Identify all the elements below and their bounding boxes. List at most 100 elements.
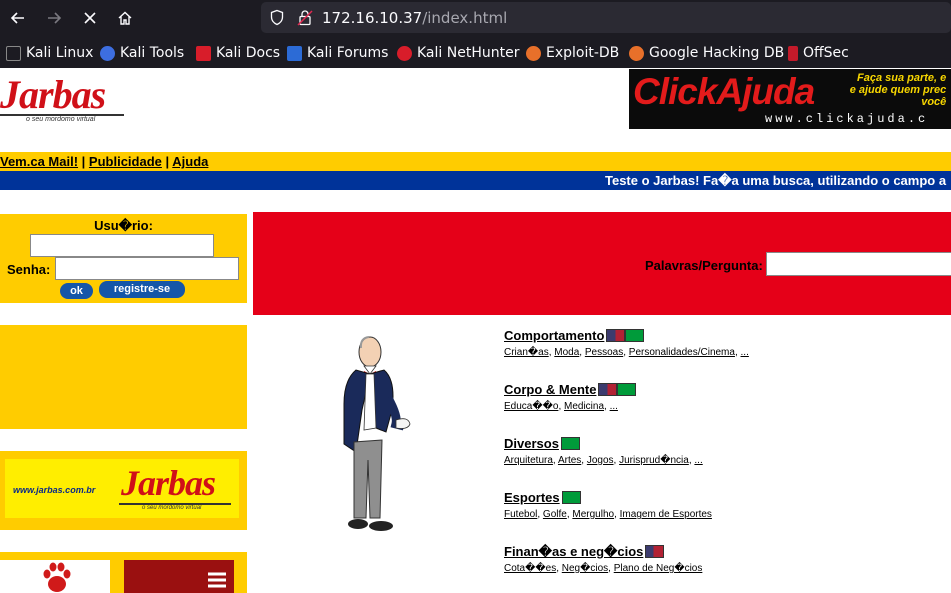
subcategory-link[interactable]: Personalidades/Cinema	[629, 347, 735, 358]
bookmark-google-hacking-db[interactable]: Google Hacking DB	[629, 44, 784, 62]
subcategory-links: Futebol, Golfe, Mergulho, Imagem de Espo…	[504, 509, 712, 520]
brazil-flag-icon	[625, 329, 645, 343]
more-link[interactable]: ...	[610, 401, 618, 412]
bookmark-kali-forums[interactable]: Kali Forums	[287, 44, 388, 62]
browser-chrome: 172.16.10.37/index.html Kali Linux Kali …	[0, 0, 951, 68]
subcategory-link[interactable]: Medicina	[564, 401, 604, 412]
mail-link[interactable]: Vem.ca Mail!	[0, 154, 78, 169]
kali-dragon-icon	[6, 45, 21, 61]
category-title-link[interactable]: Esportes	[504, 490, 560, 505]
bookmark-offsec[interactable]: OffSec	[788, 44, 849, 62]
category-title-link[interactable]: Comportamento	[504, 328, 604, 343]
category-list: Comportamento Crian�as, Moda, Pessoas, P…	[504, 327, 944, 593]
bookmark-kali-tools[interactable]: Kali Tools	[100, 44, 184, 62]
subcategory-link[interactable]: Jogos	[587, 455, 614, 466]
stop-icon[interactable]	[77, 5, 103, 31]
subcategory-link[interactable]: Neg�cios	[562, 563, 608, 574]
jarbas-banner-url: www.jarbas.com.br	[13, 485, 96, 495]
subcategory-link[interactable]: Educa��o	[504, 401, 558, 412]
red-tile[interactable]	[124, 560, 234, 593]
category-title-link[interactable]: Finan�as e neg�cios	[504, 544, 643, 559]
category-item: Corpo & Mente Educa��o, Medicina, ...	[504, 381, 944, 435]
butler-illustration	[343, 336, 411, 531]
subcategory-link[interactable]: Golfe	[543, 509, 567, 520]
subcategory-link[interactable]: Artes	[558, 455, 581, 466]
url-path: /index.html	[422, 9, 508, 27]
ghdb-icon	[629, 45, 644, 61]
home-icon[interactable]	[112, 5, 138, 31]
jarbas-banner-box: www.jarbas.com.br Jarbas o seu mordomo v…	[0, 451, 247, 530]
subcategory-link[interactable]: Futebol	[504, 509, 537, 520]
password-input[interactable]	[55, 257, 239, 280]
paw-tile[interactable]	[0, 560, 110, 593]
url-text[interactable]: 172.16.10.37/index.html	[322, 9, 507, 27]
search-input[interactable]	[766, 252, 951, 276]
bookmark-label: Kali Forums	[307, 45, 389, 61]
clickajuda-ad[interactable]: ClickAjuda www.clickajuda.c Faça sua par…	[629, 69, 951, 129]
kali-docs-icon	[196, 45, 211, 61]
us-flag-icon	[645, 545, 665, 559]
register-button[interactable]: registre-se	[99, 281, 185, 298]
insecure-lock-icon[interactable]	[297, 9, 313, 31]
clickajuda-ad-url: www.clickajuda.c	[765, 112, 929, 126]
us-flag-icon	[606, 329, 626, 343]
bookmark-label: Kali NetHunter	[417, 45, 520, 61]
subcategory-links: Educa��o, Medicina, ...	[504, 401, 618, 412]
subcategory-link[interactable]: Imagem de Esportes	[620, 509, 712, 520]
kali-forums-icon	[287, 45, 302, 61]
back-icon[interactable]	[5, 5, 31, 31]
clickajuda-ad-slogan: Faça sua parte, e e ajude quem prec você	[847, 72, 947, 108]
tile-logo-icon	[208, 572, 226, 588]
bookmark-label: Exploit-DB	[546, 45, 620, 61]
subcategory-link[interactable]: Crian�as	[504, 347, 549, 358]
forward-icon[interactable]	[41, 5, 67, 31]
sidebar-bottom-box	[0, 552, 247, 593]
top-nav: Vem.ca Mail! | Publicidade | Ajuda	[0, 152, 951, 171]
bookmark-kali-docs[interactable]: Kali Docs	[196, 44, 280, 62]
search-label: Palavras/Pergunta:	[645, 258, 763, 273]
username-label: Usu�rio:	[94, 218, 153, 233]
shield-icon[interactable]	[269, 9, 285, 31]
bookmark-label: Kali Tools	[120, 45, 185, 61]
login-box: Usu�rio: Senha: ok registre-se	[0, 214, 247, 303]
category-title-link[interactable]: Corpo & Mente	[504, 382, 596, 397]
bookmark-kali-nethunter[interactable]: Kali NetHunter	[397, 44, 519, 62]
more-link[interactable]: ...	[741, 347, 749, 358]
ad-slogan-line: Faça sua parte, e	[857, 72, 947, 84]
subcategory-links: Crian�as, Moda, Pessoas, Personalidades/…	[504, 347, 749, 358]
username-input[interactable]	[30, 234, 214, 257]
bookmark-label: Kali Linux	[26, 45, 94, 61]
bookmark-label: OffSec	[803, 45, 849, 61]
subcategory-link[interactable]: Cota��es	[504, 563, 556, 574]
bookmark-label: Google Hacking DB	[649, 45, 785, 61]
jarbas-logo-text: Jarbas	[0, 72, 106, 117]
ad-slogan-line: e ajude quem prec	[849, 84, 947, 96]
paw-icon	[43, 562, 71, 592]
subcategory-link[interactable]: Plano de Neg�cios	[614, 563, 703, 574]
nav-separator: |	[78, 154, 89, 169]
jarbas-banner[interactable]: www.jarbas.com.br Jarbas o seu mordomo v…	[5, 459, 239, 518]
jarbas-logo[interactable]: Jarbas o seu mordomo virtual	[0, 72, 128, 126]
category-title-link[interactable]: Diversos	[504, 436, 559, 451]
category-item: Esportes Futebol, Golfe, Mergulho, Image…	[504, 489, 944, 543]
bookmark-kali-linux[interactable]: Kali Linux	[6, 44, 93, 62]
brazil-flag-icon	[560, 437, 580, 451]
subcategory-link[interactable]: Pessoas	[585, 347, 623, 358]
exploit-db-icon	[526, 45, 541, 61]
bookmark-label: Kali Docs	[216, 45, 281, 61]
subcategory-link[interactable]: Arquitetura	[504, 455, 553, 466]
ads-link[interactable]: Publicidade	[89, 154, 162, 169]
search-panel: Palavras/Pergunta:	[253, 212, 951, 315]
bookmark-exploit-db[interactable]: Exploit-DB	[526, 44, 619, 62]
subcategory-link[interactable]: Mergulho	[572, 509, 614, 520]
url-bar[interactable]: 172.16.10.37/index.html	[261, 2, 951, 33]
ok-button[interactable]: ok	[60, 283, 93, 299]
category-item: Comportamento Crian�as, Moda, Pessoas, P…	[504, 327, 944, 381]
subcategory-link[interactable]: Moda	[554, 347, 579, 358]
more-link[interactable]: ...	[694, 455, 702, 466]
kali-tools-icon	[100, 45, 115, 61]
help-link[interactable]: Ajuda	[172, 154, 208, 169]
brazil-flag-icon	[617, 383, 637, 397]
offsec-icon	[788, 45, 798, 61]
subcategory-link[interactable]: Jurisprud�ncia	[619, 455, 689, 466]
